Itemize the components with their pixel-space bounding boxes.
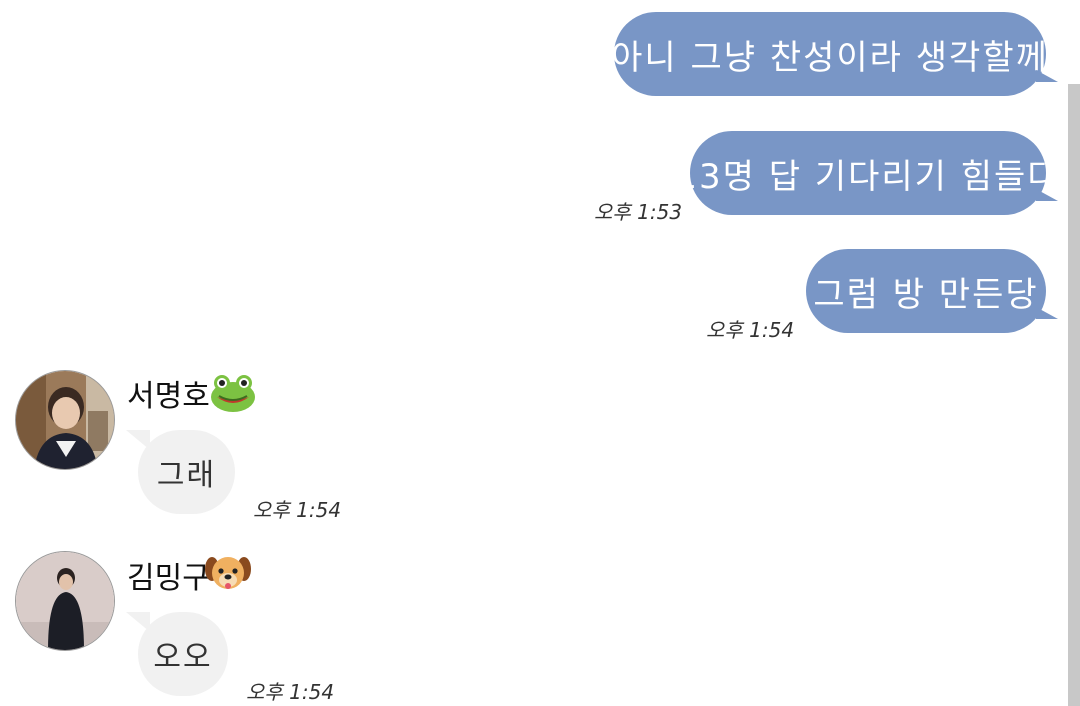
scrollbar[interactable] <box>1068 84 1080 706</box>
outgoing-message-bubble[interactable]: 아니 그냥 찬성이라 생각할께 <box>611 12 1058 96</box>
bubble-tail <box>1036 189 1058 201</box>
message-text: 오오 <box>153 640 213 675</box>
bubble-tail <box>1036 70 1058 82</box>
incoming-message-bubble[interactable]: 그래 <box>126 430 235 514</box>
message-timestamp: 오후 1:53 <box>594 200 683 224</box>
outgoing-message-bubble[interactable]: 그럼 방 만든당 <box>806 249 1058 333</box>
outgoing-message-bubble[interactable]: 13명 답 기다리기 힘들다 <box>675 131 1059 215</box>
avatar-photo <box>16 371 114 469</box>
bubble-tail <box>126 612 150 632</box>
bubble-tail <box>126 430 150 450</box>
incoming-message-bubble[interactable]: 오오 <box>126 612 228 696</box>
bubble-tail <box>1036 307 1058 319</box>
message-timestamp: 오후 1:54 <box>253 498 342 522</box>
message-text: 13명 답 기다리기 힘들다 <box>675 156 1061 197</box>
avatar[interactable] <box>15 551 115 651</box>
avatar-photo <box>16 552 114 650</box>
chat-screen: 아니 그냥 찬성이라 생각할께 오후 1:53 13명 답 기다리기 힘들다 오… <box>0 0 1080 706</box>
sender-name: 김밍구 <box>127 561 210 596</box>
message-text: 아니 그냥 찬성이라 생각할께 <box>611 37 1049 78</box>
message-timestamp: 오후 1:54 <box>246 680 335 704</box>
message-text: 그래 <box>156 458 217 493</box>
message-text: 그럼 방 만든당 <box>813 274 1039 315</box>
sender-name: 서명호 <box>127 379 210 414</box>
message-timestamp: 오후 1:54 <box>706 318 795 342</box>
dog-icon <box>204 553 252 593</box>
avatar[interactable] <box>15 370 115 470</box>
frog-icon <box>209 373 257 413</box>
